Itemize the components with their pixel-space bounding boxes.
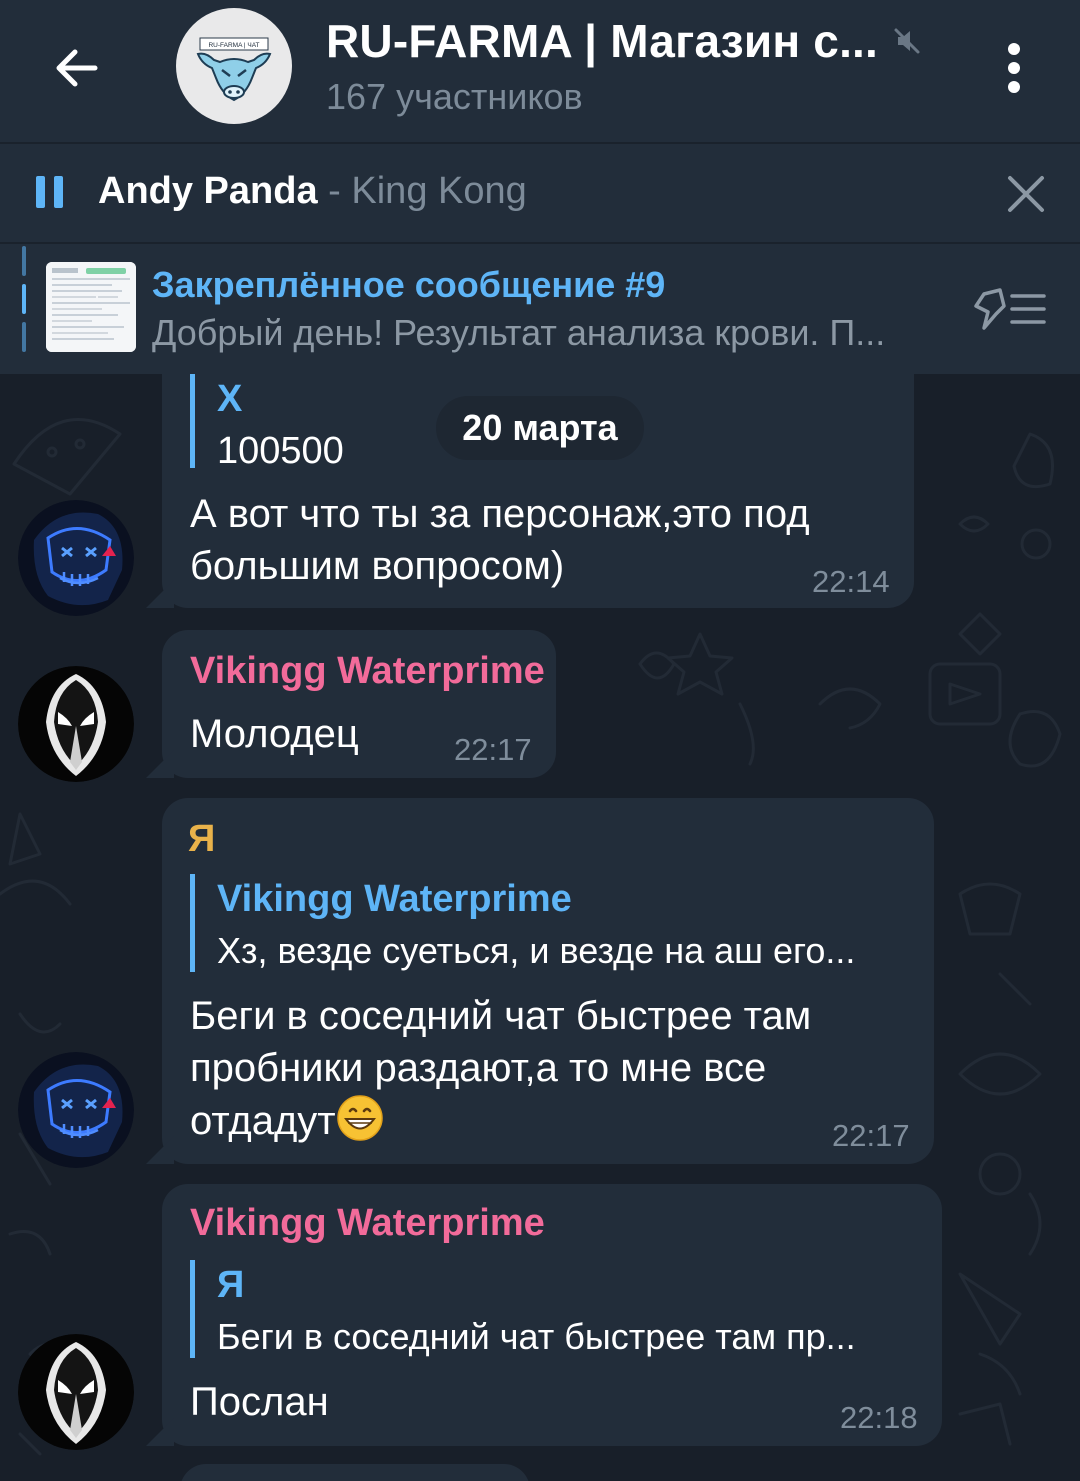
user-avatar-me[interactable] (18, 500, 134, 616)
chat-title[interactable]: RU-FARMA | Магазин с... (326, 14, 878, 68)
user-avatar-me[interactable] (18, 1052, 134, 1168)
reply-quote[interactable]: X 100500 (190, 374, 344, 472)
music-player-bar[interactable]: Andy Panda - King Kong (0, 144, 1080, 244)
spawn-mask-avatar-icon (18, 1334, 134, 1450)
message-time: 22:17 (454, 732, 532, 767)
pinned-indicator (22, 246, 26, 352)
back-arrow-icon (56, 49, 98, 87)
message-text-line-with-emoji: отдадут (190, 1094, 384, 1147)
reply-quote-text: Хз, везде суеться, и везде на аш его... (217, 930, 856, 971)
pinned-message-bar[interactable]: Закреплённое сообщение #9 Добрый день! Р… (0, 244, 1080, 374)
back-button[interactable] (44, 36, 108, 100)
message-text-line: отдадут (190, 1099, 336, 1143)
message-text-line: Беги в соседний чат быстрее там (190, 994, 812, 1038)
reply-quote-text: 100500 (217, 430, 344, 472)
reply-quote-text: Беги в соседний чат быстрее там пр... (217, 1316, 856, 1357)
message-text-line: пробники раздают,а то мне все (190, 1046, 767, 1090)
muted-icon (894, 28, 920, 54)
date-separator: 20 марта (436, 396, 644, 460)
message-list[interactable]: X 100500 20 марта А вот что ты за персон… (0, 374, 1080, 1481)
message-text-line: большим вопросом) (190, 544, 565, 588)
telegram-chat-screen: RU-FARMA | ЧАТ RU-FARMA | Магазин с... 1… (0, 0, 1080, 1481)
message-sender[interactable]: Vikingg Waterprime (190, 1202, 545, 1245)
chat-header: RU-FARMA | ЧАТ RU-FARMA | Магазин с... 1… (0, 0, 1080, 144)
message-bubble-partial[interactable] (180, 1464, 530, 1481)
close-icon[interactable] (1002, 170, 1050, 218)
spawn-mask-avatar-icon (18, 666, 134, 782)
pinned-thumbnail (46, 262, 136, 352)
grinning-face-emoji-icon (336, 1095, 383, 1141)
bull-logo-icon: RU-FARMA | ЧАТ (196, 37, 272, 102)
neon-mask-avatar-icon (18, 500, 134, 616)
pause-icon[interactable] (36, 176, 64, 208)
user-avatar-vikingg[interactable] (18, 1334, 134, 1450)
svg-text:RU-FARMA | ЧАТ: RU-FARMA | ЧАТ (208, 42, 259, 49)
chat-avatar[interactable]: RU-FARMA | ЧАТ (176, 8, 292, 124)
track-title: King Kong (351, 170, 527, 212)
document-thumbnail-icon (46, 262, 136, 352)
more-vertical-icon (1008, 43, 1020, 93)
user-avatar-vikingg[interactable] (18, 666, 134, 782)
reply-quote-sender: X (217, 378, 243, 420)
message-time: 22:14 (812, 564, 890, 599)
track-artist: Andy Panda (98, 170, 318, 212)
track-info[interactable]: Andy Panda - King Kong (98, 170, 527, 213)
message-sender[interactable]: Я (188, 818, 215, 861)
message-sender[interactable]: Vikingg Waterprime (190, 650, 545, 693)
message-time: 22:18 (840, 1400, 918, 1435)
pinned-list-icon[interactable] (970, 284, 1050, 334)
reply-quote-sender: Я (217, 1264, 245, 1306)
message-time: 22:17 (832, 1118, 910, 1153)
neon-mask-avatar-icon (18, 1052, 134, 1168)
pinned-preview-text: Добрый день! Результат анализа крови. П.… (152, 312, 886, 353)
pinned-title: Закреплённое сообщение #9 (152, 264, 666, 305)
member-count: 167 участников (326, 76, 583, 117)
message-text: Послан (190, 1380, 329, 1424)
reply-quote[interactable]: Я Беги в соседний чат быстрее там пр... (190, 1260, 856, 1358)
message-text-line: А вот что ты за персонаж,это под (190, 492, 810, 536)
reply-quote[interactable]: Vikingg Waterprime Хз, везде суеться, и … (190, 874, 855, 972)
more-menu-button[interactable] (990, 36, 1038, 100)
reply-quote-sender: Vikingg Waterprime (217, 878, 572, 920)
track-separator: - (317, 170, 352, 212)
message-text: Молодец (190, 712, 359, 756)
